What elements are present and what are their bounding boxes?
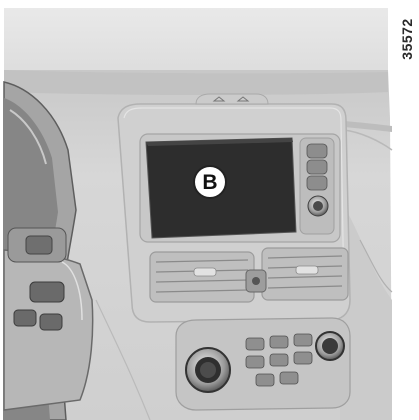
mute-button — [306, 175, 328, 191]
air-vent-left — [149, 251, 255, 303]
callout-b-label: B — [202, 170, 218, 194]
figure-reference-number-text: 35572 — [399, 18, 415, 60]
volume-button-up — [306, 143, 328, 159]
dashboard-illustration — [3, 8, 393, 420]
volume-button-down — [306, 159, 328, 175]
callout-b: B — [193, 165, 227, 199]
windshield — [4, 8, 388, 78]
hazard-button — [195, 93, 269, 105]
figure-reference-number: 35572 — [397, 8, 417, 70]
